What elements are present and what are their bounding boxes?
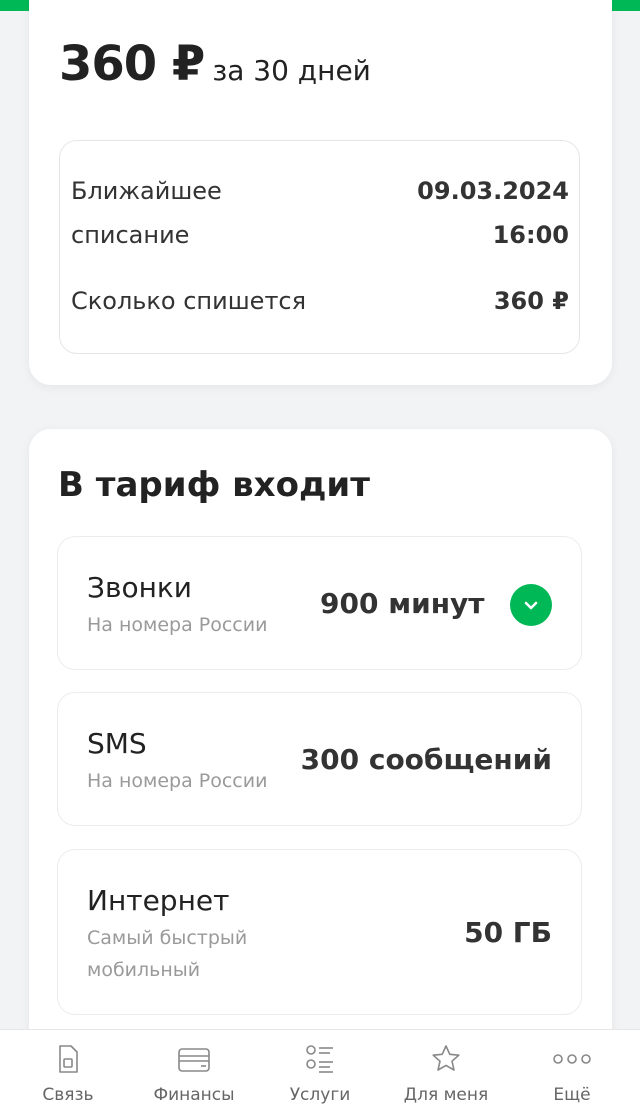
item-subtitle: Самый быстрый <box>87 927 248 949</box>
nav-label: Для меня <box>403 1085 489 1105</box>
next-charge-label: Ближайшее <box>71 177 222 205</box>
sms-item[interactable]: SMS На номера России 300 сообщений <box>57 692 582 826</box>
price-amount: 360 ₽ <box>59 36 205 92</box>
item-subtitle: На номера России <box>87 770 268 792</box>
nav-item-more[interactable]: Ещё <box>508 1030 636 1114</box>
star-icon <box>426 1042 466 1076</box>
item-title: SMS <box>87 727 147 760</box>
nav-item-finance[interactable]: Финансы <box>130 1030 258 1114</box>
internet-item[interactable]: Интернет Самый быстрый мобильный 50 ГБ <box>57 849 582 1015</box>
nav-label: Финансы <box>153 1085 235 1105</box>
nav-label: Связь <box>42 1085 94 1105</box>
item-subtitle: На номера России <box>87 614 268 636</box>
charge-amount-value: 360 ₽ <box>493 287 569 315</box>
services-list-icon <box>300 1042 340 1076</box>
nav-item-svyaz[interactable]: Связь <box>4 1030 132 1114</box>
item-subtitle-2: мобильный <box>87 959 201 981</box>
next-charge-date: 09.03.2024 <box>417 177 569 205</box>
charge-info-box: Ближайшее списание 09.03.2024 16:00 Скол… <box>59 140 580 354</box>
tariff-price-card: 360 ₽ за 30 дней Ближайшее списание 09.03… <box>29 0 612 385</box>
nav-label: Услуги <box>289 1085 351 1105</box>
charge-amount-label: Сколько спишется <box>71 287 307 315</box>
nav-label: Ещё <box>553 1085 591 1105</box>
nav-item-services[interactable]: Услуги <box>256 1030 384 1114</box>
item-value: 50 ГБ <box>464 916 552 949</box>
price-period: за 30 дней <box>212 54 371 87</box>
wallet-icon <box>174 1042 214 1076</box>
next-charge-time: 16:00 <box>492 221 569 249</box>
item-title: Звонки <box>87 571 192 604</box>
item-value: 300 сообщений <box>300 743 552 776</box>
bottom-navigation: Связь Финансы Услуги Для меня Ещё <box>0 1029 640 1114</box>
next-charge-label-2: списание <box>71 221 190 249</box>
item-title: Интернет <box>87 884 230 917</box>
tariff-includes-card: В тариф входит Звонки На номера России 9… <box>29 429 612 1069</box>
chevron-down-icon[interactable] <box>510 584 552 626</box>
more-dots-icon <box>552 1042 592 1076</box>
sim-card-icon <box>48 1042 88 1076</box>
calls-item[interactable]: Звонки На номера России 900 минут <box>57 536 582 670</box>
section-title: В тариф входит <box>58 465 370 505</box>
nav-item-for-me[interactable]: Для меня <box>382 1030 510 1114</box>
tariff-price: 360 ₽ за 30 дней <box>59 36 371 92</box>
item-value: 900 минут <box>320 587 485 620</box>
